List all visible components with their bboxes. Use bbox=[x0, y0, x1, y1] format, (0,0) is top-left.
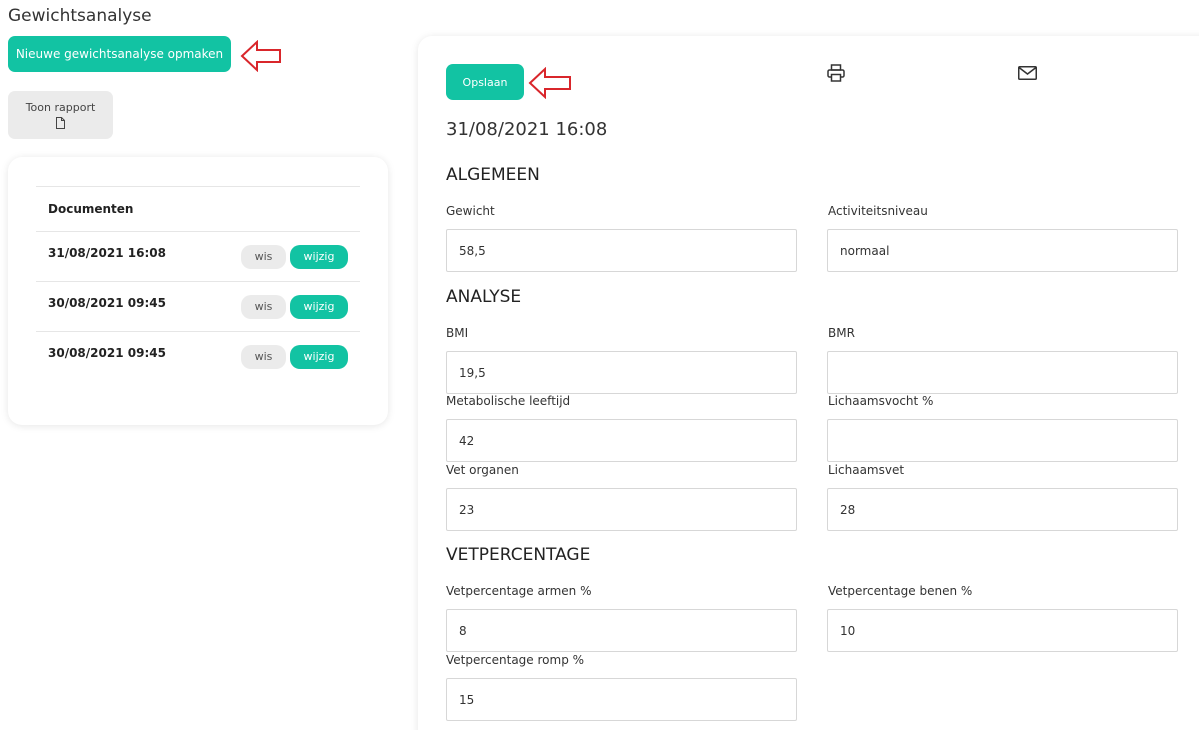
document-row: 30/08/2021 09:45 wis wijzig bbox=[36, 281, 360, 331]
vet-romp-input[interactable] bbox=[446, 678, 797, 721]
vet-organen-input[interactable] bbox=[446, 488, 797, 531]
section-title-algemeen: ALGEMEEN bbox=[446, 165, 540, 185]
save-button[interactable]: Opslaan bbox=[446, 64, 524, 100]
field-label-vet-benen: Vetpercentage benen % bbox=[828, 584, 973, 598]
new-analysis-button[interactable]: Nieuwe gewichtsanalyse opmaken bbox=[8, 36, 231, 72]
edit-document-button[interactable]: wijzig bbox=[290, 294, 348, 319]
mail-icon[interactable] bbox=[1018, 66, 1037, 80]
documents-table: Documenten 31/08/2021 16:08 wis wijzig 3… bbox=[36, 186, 360, 381]
edit-document-button[interactable]: wijzig bbox=[290, 344, 348, 369]
documents-header: Documenten bbox=[36, 186, 360, 231]
document-actions: wis wijzig bbox=[241, 344, 348, 369]
field-label-vet-armen: Vetpercentage armen % bbox=[446, 584, 592, 598]
bmr-input[interactable] bbox=[827, 351, 1178, 394]
activiteitsniveau-input[interactable] bbox=[827, 229, 1178, 272]
vet-armen-input[interactable] bbox=[446, 609, 797, 652]
vet-benen-input[interactable] bbox=[827, 609, 1178, 652]
field-label-vet-romp: Vetpercentage romp % bbox=[446, 653, 585, 667]
document-date: 31/08/2021 16:08 bbox=[48, 245, 166, 260]
delete-document-button[interactable]: wis bbox=[241, 344, 286, 369]
bmi-input[interactable] bbox=[446, 351, 797, 394]
document-row: 30/08/2021 09:45 wis wijzig bbox=[36, 331, 360, 381]
document-actions: wis wijzig bbox=[241, 294, 348, 319]
section-title-vetpercentage: VETPERCENTAGE bbox=[446, 545, 591, 565]
document-date: 30/08/2021 09:45 bbox=[48, 295, 166, 310]
delete-document-button[interactable]: wis bbox=[241, 294, 286, 319]
printer-icon[interactable] bbox=[827, 64, 845, 82]
field-label-bmi: BMI bbox=[446, 326, 469, 340]
lichaamsvocht-input[interactable] bbox=[827, 419, 1178, 462]
document-date: 30/08/2021 09:45 bbox=[48, 345, 166, 360]
document-row: 31/08/2021 16:08 wis wijzig bbox=[36, 231, 360, 281]
field-label-gewicht: Gewicht bbox=[446, 204, 495, 218]
page-title: Gewichtsanalyse bbox=[8, 6, 152, 26]
field-label-lichaamsvocht: Lichaamsvocht % bbox=[828, 394, 934, 408]
field-label-metabolische-leeftijd: Metabolische leeftijd bbox=[446, 394, 571, 408]
annotation-arrow-icon bbox=[528, 67, 571, 99]
section-title-analyse: ANALYSE bbox=[446, 287, 522, 307]
field-label-bmr: BMR bbox=[828, 326, 855, 340]
delete-document-button[interactable]: wis bbox=[241, 244, 286, 269]
lichaamsvet-input[interactable] bbox=[827, 488, 1178, 531]
field-label-vet-organen: Vet organen bbox=[446, 463, 519, 477]
document-actions: wis wijzig bbox=[241, 244, 348, 269]
documents-card: Documenten 31/08/2021 16:08 wis wijzig 3… bbox=[8, 157, 388, 425]
show-report-label: Toon rapport bbox=[25, 101, 96, 114]
document-icon bbox=[56, 117, 65, 129]
metabolische-leeftijd-input[interactable] bbox=[446, 419, 797, 462]
field-label-lichaamsvet: Lichaamsvet bbox=[828, 463, 905, 477]
gewicht-input[interactable] bbox=[446, 229, 797, 272]
analysis-timestamp: 31/08/2021 16:08 bbox=[446, 119, 608, 140]
edit-document-button[interactable]: wijzig bbox=[290, 244, 348, 269]
annotation-arrow-icon bbox=[240, 40, 281, 72]
show-report-button[interactable]: Toon rapport bbox=[8, 91, 113, 139]
field-label-activiteitsniveau: Activiteitsniveau bbox=[828, 204, 928, 218]
